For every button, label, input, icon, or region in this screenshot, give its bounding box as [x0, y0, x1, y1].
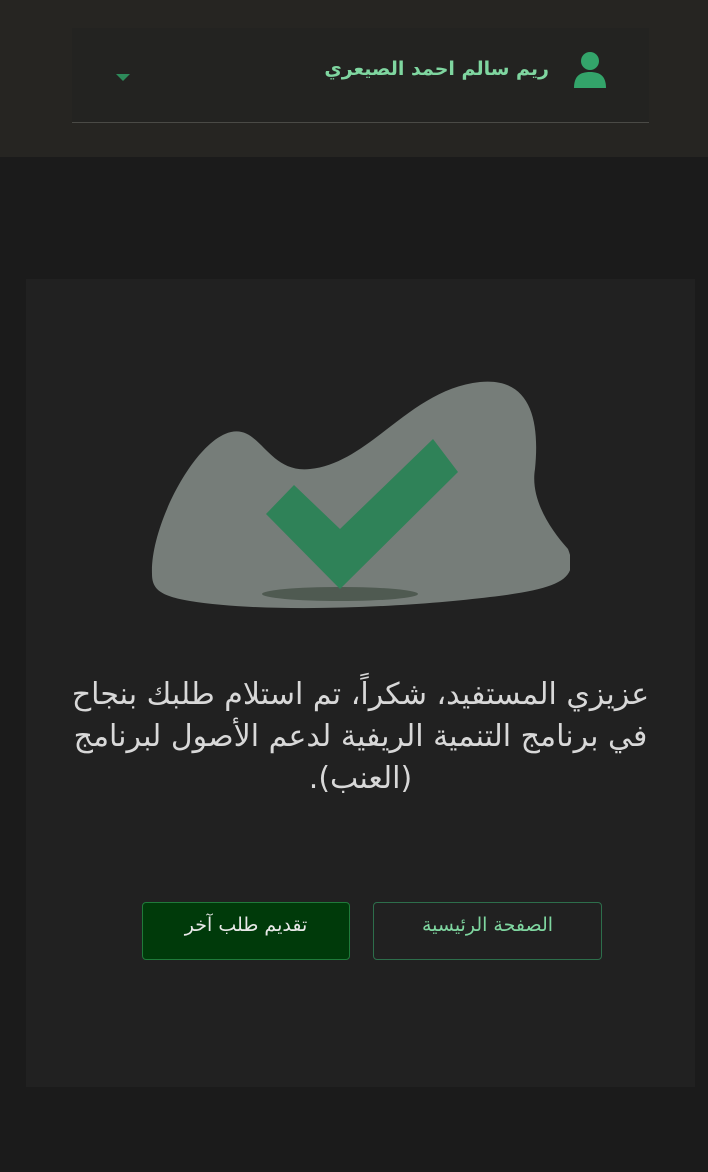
background-blob	[151, 381, 570, 609]
chevron-down-icon[interactable]	[116, 74, 130, 81]
confirmation-message: عزيزي المستفيد، شكراً، تم استلام طلبك بن…	[71, 677, 650, 796]
user-name: ريم سالم احمد الصيعري	[324, 58, 549, 80]
user-menu[interactable]: ريم سالم احمد الصيعري	[72, 28, 649, 123]
success-illustration	[151, 381, 570, 609]
top-bar: ريم سالم احمد الصيعري	[0, 0, 708, 157]
new-request-button[interactable]: تقديم طلب آخر	[142, 902, 350, 960]
confirmation-card: عزيزي المستفيد، شكراً، تم استلام طلبك بن…	[26, 279, 695, 1087]
checkmark-shadow	[262, 587, 418, 601]
user-icon	[574, 52, 606, 88]
home-button[interactable]: الصفحة الرئيسية	[373, 902, 602, 960]
